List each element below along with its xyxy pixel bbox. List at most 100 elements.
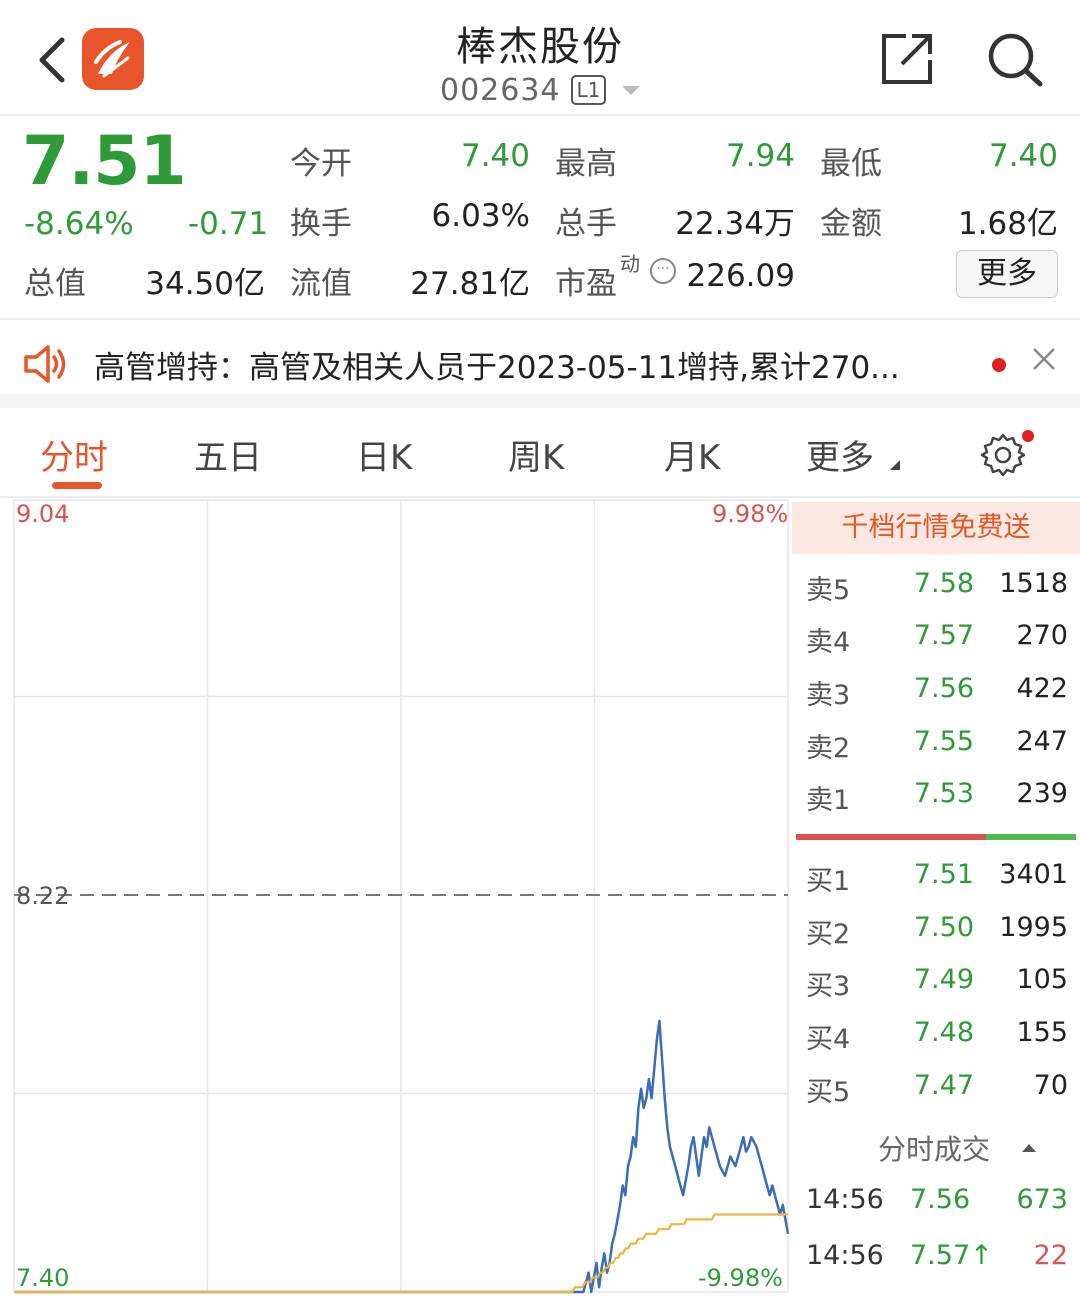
more-button[interactable]: 更多 [956, 250, 1058, 298]
open-value: 7.40 [460, 138, 530, 174]
promo-banner[interactable]: 千档行情免费送 [792, 502, 1080, 554]
tick-row: 14:56 7.57↑ 22 [792, 1232, 1080, 1284]
quote-panel: 7.51 -8.64% -0.71 今开 7.40 最高 7.94 最低 7.4… [0, 118, 1080, 320]
buy-price: 7.48 [913, 1017, 974, 1048]
y-axis-bottom-pct-label: -9.98% [698, 1264, 783, 1292]
buy-row: 买5 7.47 70 [792, 1062, 1080, 1114]
sell-volume: 1518 [999, 568, 1068, 599]
tab-weekly-k[interactable]: 周K [508, 430, 564, 479]
tick-row: 14:56 7.56 673 [792, 1176, 1080, 1228]
change-amount: -0.71 [188, 206, 269, 242]
intraday-chart[interactable]: 9.04 9.98% 8.22 7.40 -9.98% [0, 498, 792, 1300]
gear-icon[interactable] [980, 432, 1026, 478]
chevron-down-icon [622, 85, 641, 95]
sell-volume: 239 [1016, 778, 1068, 809]
sell-price: 7.57 [913, 620, 974, 651]
buy-label: 买5 [806, 1077, 851, 1108]
close-icon[interactable] [1030, 345, 1058, 373]
buy-price: 7.47 [913, 1070, 974, 1101]
tab-daily-k[interactable]: 日K [356, 430, 412, 479]
high-value: 7.94 [725, 138, 795, 174]
search-icon[interactable] [985, 30, 1045, 88]
pe-label: 市盈 [555, 266, 617, 302]
amount-label: 金额 [820, 206, 882, 242]
tick-time: 14:56 [806, 1240, 884, 1271]
tab-intraday[interactable]: 分时 [40, 430, 108, 479]
low-value: 7.40 [988, 138, 1058, 174]
low-label: 最低 [820, 146, 882, 182]
sell-row: 卖3 7.56 422 [792, 665, 1080, 717]
speaker-icon [24, 345, 66, 383]
chart-grid [13, 499, 789, 1293]
bid-ratio-segment [986, 834, 1076, 840]
top-bar: 棒杰股份 002634 L1 [0, 0, 1080, 116]
sell-label: 卖3 [806, 680, 851, 711]
buy-volume: 70 [1033, 1070, 1068, 1101]
buy-price: 7.50 [913, 912, 974, 943]
float-cap-label: 流值 [290, 266, 352, 302]
tick-volume: 22 [1033, 1240, 1068, 1271]
order-book: 千档行情免费送 卖5 7.58 1518 卖4 7.57 270 卖3 7.56… [792, 498, 1080, 1300]
prev-close-label: 8.22 [16, 882, 70, 910]
tick-price: 7.56 [910, 1184, 971, 1215]
unread-dot [992, 358, 1006, 372]
last-price: 7.51 [22, 122, 187, 201]
notice-text: 高管增持：高管及相关人员于2023-05-11增持,累计270... [94, 350, 900, 386]
ticks-title[interactable]: 分时成交 [878, 1128, 990, 1168]
buy-label: 买2 [806, 919, 851, 950]
tab-five-day[interactable]: 五日 [194, 430, 262, 479]
buy-label: 买4 [806, 1024, 851, 1055]
ask-ratio-segment [796, 834, 986, 840]
sell-price: 7.53 [913, 778, 974, 809]
chart-canvas [13, 499, 790, 1294]
amount-value: 1.68亿 [957, 206, 1058, 242]
buy-row: 买1 7.51 3401 [792, 851, 1080, 903]
tick-volume: 673 [1016, 1184, 1068, 1215]
volume-label: 总手 [555, 206, 617, 242]
pe-dynamic-mark: 动 [620, 252, 640, 276]
float-cap-value: 27.81亿 [410, 266, 530, 302]
sell-price: 7.56 [913, 673, 974, 704]
buy-volume: 3401 [999, 859, 1068, 890]
high-label: 最高 [555, 146, 617, 182]
sell-label: 卖2 [806, 733, 851, 764]
tick-price: 7.57↑ [910, 1240, 993, 1271]
stock-code: 002634 [440, 72, 561, 108]
settings-badge-dot [1022, 430, 1034, 442]
sell-row: 卖4 7.57 270 [792, 612, 1080, 664]
sell-volume: 270 [1016, 620, 1068, 651]
turnover-value: 6.03% [431, 198, 530, 234]
buy-price: 7.49 [913, 964, 974, 995]
chevron-up-icon[interactable] [1022, 1144, 1036, 1152]
market-cap-label: 总值 [24, 266, 86, 302]
sell-row: 卖1 7.53 239 [792, 770, 1080, 822]
buy-row: 买2 7.50 1995 [792, 904, 1080, 956]
turnover-label: 换手 [290, 206, 352, 242]
sell-price: 7.55 [913, 726, 974, 757]
buy-label: 买3 [806, 971, 851, 1002]
change-percent: -8.64% [24, 206, 134, 242]
tab-more[interactable]: 更多 [806, 430, 874, 479]
sell-row: 卖2 7.55 247 [792, 718, 1080, 770]
dropdown-corner-icon [890, 460, 900, 470]
y-axis-top-label: 9.04 [16, 500, 70, 528]
notice-bar[interactable]: 高管增持：高管及相关人员于2023-05-11增持,累计270... [0, 322, 1080, 408]
bid-ask-ratio-bar [796, 834, 1076, 840]
buy-price: 7.51 [913, 859, 974, 890]
tick-time: 14:56 [806, 1184, 884, 1215]
pe-value: 226.09 [686, 258, 795, 294]
sell-volume: 422 [1016, 673, 1068, 704]
buy-label: 买1 [806, 866, 851, 897]
buy-volume: 155 [1016, 1017, 1068, 1048]
chart-tabs: 分时 五日 日K 周K 月K 更多 [0, 410, 1080, 498]
buy-volume: 105 [1016, 964, 1068, 995]
more-dots-icon[interactable]: ··· [650, 258, 676, 284]
stock-code-row[interactable]: 002634 L1 [440, 70, 641, 110]
share-icon[interactable] [878, 30, 938, 88]
y-axis-bottom-label: 7.40 [16, 1264, 70, 1292]
buy-row: 买4 7.48 155 [792, 1009, 1080, 1061]
level-badge: L1 [570, 75, 607, 105]
buy-volume: 1995 [999, 912, 1068, 943]
tab-monthly-k[interactable]: 月K [664, 430, 720, 479]
sell-label: 卖5 [806, 575, 851, 606]
